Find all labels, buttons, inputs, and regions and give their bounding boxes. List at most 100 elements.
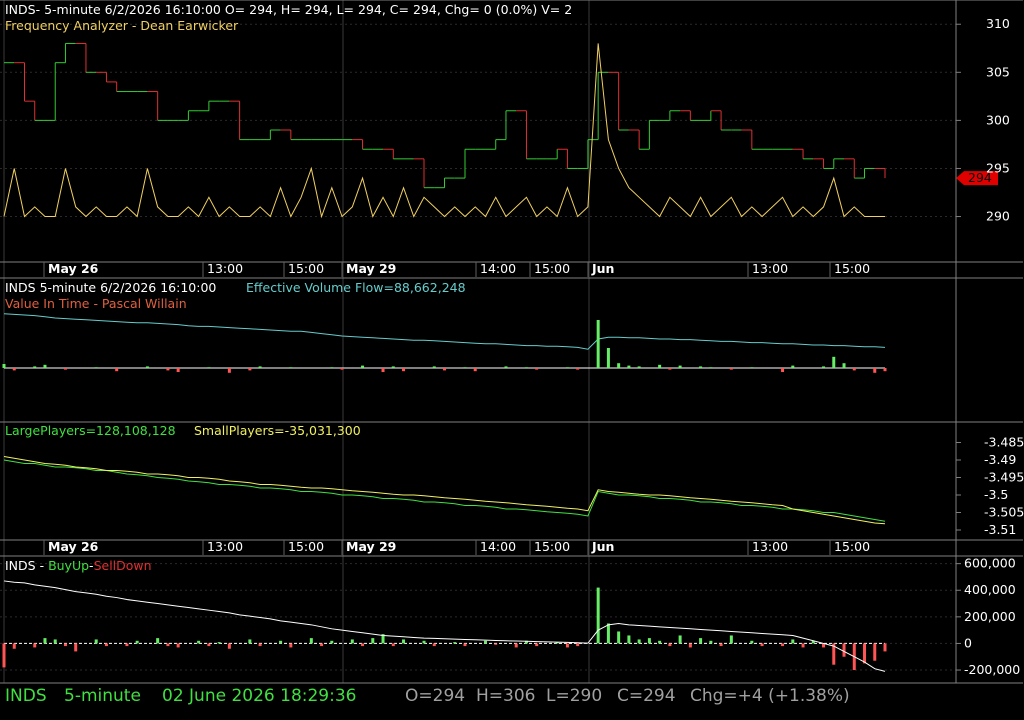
large-players-value: LargePlayers=128,108,128 (5, 423, 176, 438)
buysell-bar (350, 639, 354, 644)
p3-ytick-label: -3.495 (984, 470, 1024, 485)
buysell-bar (647, 638, 651, 644)
p4-ytick-label: 0 (964, 635, 972, 650)
panel2-header: INDS 5-minute 6/2/2026 16:10:00 (5, 280, 216, 295)
vit-bar (658, 364, 662, 368)
p3-ytick-label: -3.49 (984, 452, 1016, 467)
buysell-bar (863, 643, 867, 664)
vit-bar (852, 368, 856, 371)
time-axis-label: May 26 (48, 539, 99, 554)
buysell-bar (2, 643, 6, 668)
buysell-bar (43, 638, 47, 644)
p4-ytick-label: 600,000 (964, 556, 1016, 571)
buysell-bar (248, 639, 252, 644)
vit-bar (842, 363, 846, 368)
vit-bar (166, 368, 170, 371)
buysell-bar (227, 643, 231, 649)
time-axis-label: 15:00 (834, 539, 870, 554)
buysell-bar (135, 640, 139, 644)
buysell-bar (156, 638, 160, 644)
vit-bar (402, 368, 406, 372)
buysell-bar (309, 638, 313, 644)
time-axis-label: 15:00 (534, 539, 570, 554)
time-axis-label: May 26 (48, 261, 99, 276)
p1-ytick-label: 310 (986, 16, 1010, 31)
vit-bar (94, 367, 98, 368)
p1-ytick-label: 290 (986, 209, 1010, 224)
buysell-bar (361, 643, 365, 647)
value-in-time-title: Value In Time - Pascal Willain (5, 296, 187, 311)
time-axis-label: 14:00 (480, 539, 516, 554)
buysell-bar (781, 643, 785, 647)
vit-bar (391, 366, 395, 368)
status-change: Chg=+4 (+1.38%) (690, 686, 850, 706)
vit-bar (678, 365, 682, 368)
vit-bar (289, 367, 293, 368)
buysell-bar (104, 643, 108, 647)
vit-bar (822, 366, 826, 368)
p1-ytick-label: 300 (986, 112, 1010, 127)
p3-ytick-label: -3.51 (984, 522, 1016, 537)
vit-bar (883, 368, 887, 372)
buysell-bar (494, 643, 498, 645)
vit-bar (473, 368, 477, 372)
vit-bar (176, 368, 180, 372)
buysell-bar (606, 623, 610, 644)
vit-bar (699, 366, 703, 368)
vit-bar (617, 363, 621, 368)
vit-bar (535, 368, 539, 370)
p3-ytick-label: -3.485 (984, 435, 1024, 450)
buysell-bar (791, 639, 795, 644)
buysell-bar (422, 640, 426, 644)
vit-bar (361, 365, 365, 368)
p3-ytick-label: -3.505 (984, 505, 1024, 520)
buysell-bar (258, 643, 262, 647)
p4-ytick-label: 400,000 (964, 582, 1016, 597)
vit-bar (115, 368, 119, 372)
buyup-label: BuyUp (48, 558, 89, 573)
buysell-bar (74, 643, 78, 652)
vit-bar (12, 368, 16, 371)
time-axis-label: 15:00 (288, 539, 324, 554)
p4-ytick-label: -200,000 (964, 662, 1020, 677)
vit-bar (330, 367, 334, 368)
time-axis-label: 15:00 (834, 261, 870, 276)
vit-bar (43, 364, 47, 368)
indicator-title: Frequency Analyzer - Dean Earwicker (5, 18, 239, 33)
vit-bar (750, 367, 754, 368)
buysell-bar (402, 639, 406, 644)
p4-ytick-label: 200,000 (964, 609, 1016, 624)
time-axis-label: 13:00 (207, 539, 243, 554)
buyup-title: INDS - BuyUp-SellDown (5, 558, 152, 573)
buysell-bar (94, 639, 98, 644)
status-symbol: INDS (5, 686, 47, 706)
buysell-bar (453, 642, 457, 644)
price-header: INDS- 5-minute 6/2/2026 16:10:00 O= 294,… (5, 2, 572, 17)
time-axis-label: May 29 (346, 539, 396, 554)
vit-bar (33, 366, 37, 368)
status-datetime: 02 June 2026 18:29:36 (162, 686, 357, 706)
vit-bar (791, 365, 795, 368)
buysell-bar (658, 640, 662, 644)
buysell-bar (289, 643, 293, 648)
buysell-bar (166, 643, 170, 647)
vit-bar (248, 368, 252, 371)
buysell-bar (668, 643, 672, 647)
buysell-bar (596, 587, 600, 644)
buysell-bar (750, 640, 754, 644)
vit-bar (207, 367, 211, 368)
buysell-bar (217, 642, 221, 644)
background (0, 0, 1024, 720)
vit-bar (627, 365, 631, 368)
vit-bar (637, 366, 641, 368)
buysell-bar (432, 643, 436, 647)
vit-bar (63, 368, 67, 370)
buysell-bar (842, 643, 846, 657)
vit-bar (596, 320, 600, 368)
vit-bar (381, 368, 385, 372)
evf-value: Effective Volume Flow=88,662,248 (246, 280, 466, 295)
vit-bar (227, 368, 231, 373)
vit-bar (258, 366, 262, 368)
buysell-bar (719, 643, 723, 647)
buysell-bar (688, 643, 692, 648)
